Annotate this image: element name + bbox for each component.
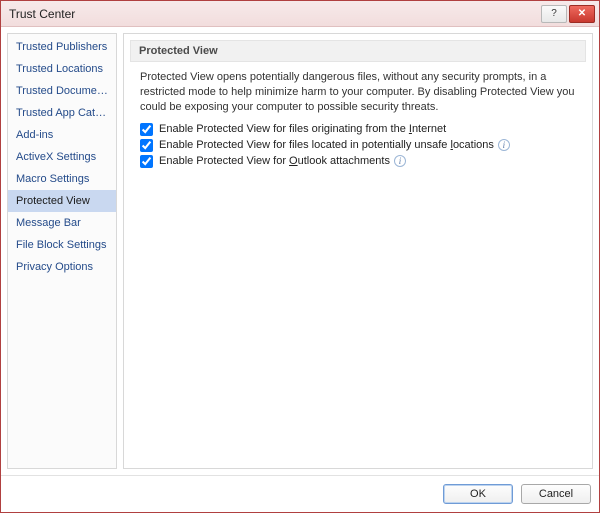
section-description: Protected View opens potentially dangero…: [140, 70, 580, 115]
main-panel: Protected View Protected View opens pote…: [123, 33, 593, 469]
option-label: Enable Protected View for Outlook attach…: [159, 155, 390, 167]
option-label: Enable Protected View for files located …: [159, 139, 494, 151]
sidebar-item-trusted-app-catalogs[interactable]: Trusted App Catalogs: [8, 102, 116, 124]
sidebar-item-activex-settings[interactable]: ActiveX Settings: [8, 146, 116, 168]
titlebar: Trust Center ? ✕: [1, 1, 599, 27]
dialog-body: Trusted Publishers Trusted Locations Tru…: [1, 27, 599, 475]
close-button[interactable]: ✕: [569, 5, 595, 23]
dialog-footer: OK Cancel: [1, 475, 599, 512]
cancel-button[interactable]: Cancel: [521, 484, 591, 504]
sidebar-item-trusted-locations[interactable]: Trusted Locations: [8, 58, 116, 80]
ok-button[interactable]: OK: [443, 484, 513, 504]
info-icon[interactable]: i: [498, 139, 510, 151]
trust-center-window: Trust Center ? ✕ Trusted Publishers Trus…: [0, 0, 600, 513]
option-label: Enable Protected View for files originat…: [159, 123, 446, 135]
sidebar: Trusted Publishers Trusted Locations Tru…: [7, 33, 117, 469]
option-unsafe-locations[interactable]: Enable Protected View for files located …: [140, 139, 580, 152]
window-title: Trust Center: [9, 7, 539, 21]
sidebar-item-add-ins[interactable]: Add-ins: [8, 124, 116, 146]
option-internet[interactable]: Enable Protected View for files originat…: [140, 123, 580, 136]
sidebar-item-macro-settings[interactable]: Macro Settings: [8, 168, 116, 190]
sidebar-item-privacy-options[interactable]: Privacy Options: [8, 256, 116, 278]
sidebar-item-protected-view[interactable]: Protected View: [8, 190, 116, 212]
sidebar-item-message-bar[interactable]: Message Bar: [8, 212, 116, 234]
info-icon[interactable]: i: [394, 155, 406, 167]
sidebar-item-file-block-settings[interactable]: File Block Settings: [8, 234, 116, 256]
sidebar-item-trusted-documents[interactable]: Trusted Documents: [8, 80, 116, 102]
checkbox-unsafe-locations[interactable]: [140, 139, 153, 152]
section-heading: Protected View: [130, 40, 586, 62]
help-button[interactable]: ?: [541, 5, 567, 23]
sidebar-item-trusted-publishers[interactable]: Trusted Publishers: [8, 36, 116, 58]
section-body: Protected View opens potentially dangero…: [130, 62, 586, 177]
option-outlook-attachments[interactable]: Enable Protected View for Outlook attach…: [140, 155, 580, 168]
checkbox-internet[interactable]: [140, 123, 153, 136]
checkbox-outlook-attachments[interactable]: [140, 155, 153, 168]
